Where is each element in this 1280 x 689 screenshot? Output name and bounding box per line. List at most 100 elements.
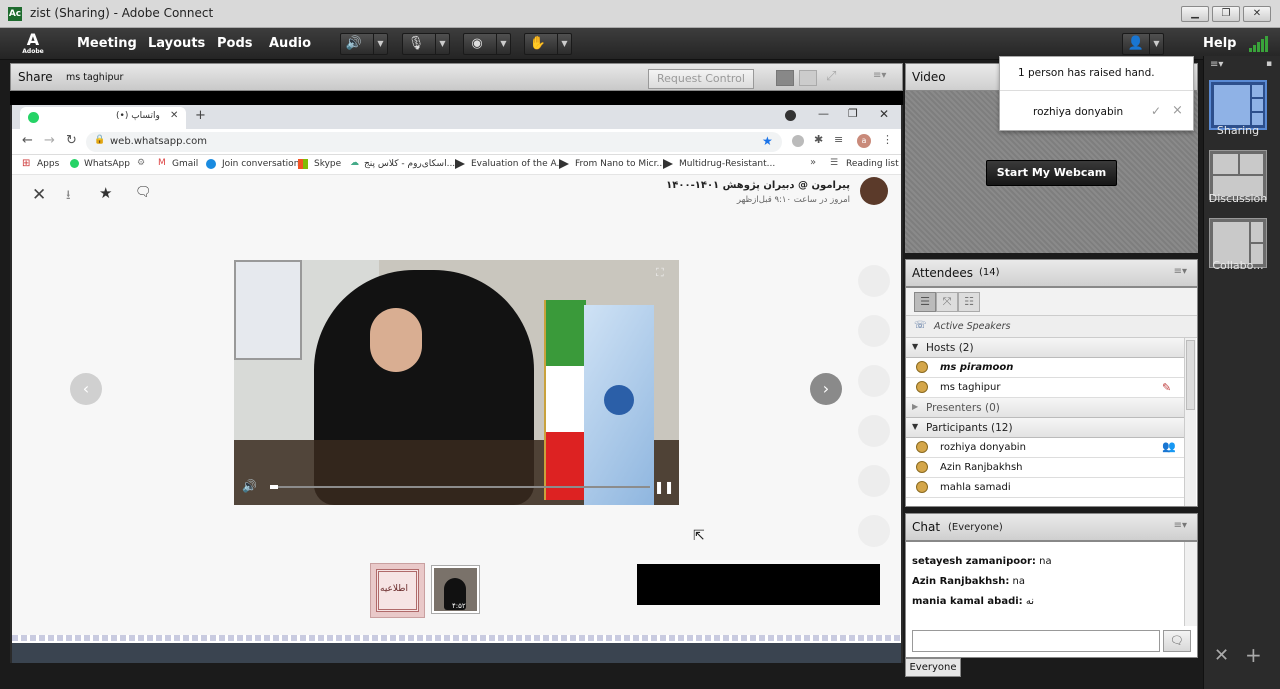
microphone-button[interactable]: 🎙 ▼: [402, 33, 450, 55]
address-bar[interactable]: 🔒 web.whatsapp.com ★: [86, 132, 782, 152]
chevron-down-icon[interactable]: ▼: [1149, 34, 1163, 54]
browser-menu-icon[interactable]: ⋮: [882, 133, 893, 146]
attendee-row[interactable]: Azin Ranjbakhsh: [906, 458, 1184, 478]
puzzle-icon[interactable]: ✱: [814, 133, 823, 146]
breakout-icon[interactable]: ⤧: [936, 292, 958, 312]
volume-icon[interactable]: 🔊: [242, 479, 257, 493]
bookmark-nano[interactable]: From Nano to Micr...: [575, 159, 665, 169]
pod-menu-icon[interactable]: ≡▾: [873, 70, 886, 81]
attendee-row[interactable]: mahla samadi: [906, 478, 1184, 498]
raise-hand-icon: ✋: [529, 36, 547, 51]
dismiss-icon[interactable]: ×: [1172, 103, 1183, 118]
menu-audio[interactable]: Audio: [269, 36, 311, 51]
hosts-group[interactable]: ▼ Hosts (2): [906, 338, 1184, 358]
speaker-button[interactable]: 🔊 ▼: [340, 33, 388, 55]
attendee-row[interactable]: rozhiya donyabin 👥: [906, 438, 1184, 458]
request-control-button[interactable]: Request Control: [648, 69, 754, 89]
bookmark-apps[interactable]: Apps: [37, 159, 59, 169]
reload-icon[interactable]: ↻: [66, 133, 77, 148]
status-button[interactable]: ✋ ▼: [524, 33, 572, 55]
url-text: web.whatsapp.com: [110, 136, 207, 147]
attendee-status-icon[interactable]: ☷: [958, 292, 980, 312]
chevron-down-icon[interactable]: ▼: [557, 34, 571, 54]
layouts-menu-icon[interactable]: ≡▾: [1210, 59, 1223, 70]
menu-meeting[interactable]: Meeting: [77, 36, 137, 51]
star-icon[interactable]: ★: [99, 184, 112, 202]
attendee-row[interactable]: ms taghipur ✎: [906, 378, 1184, 398]
video-player[interactable]: 🔊 ❚❚ ⛶: [234, 260, 679, 505]
menu-pods[interactable]: Pods: [217, 36, 253, 51]
pause-icon[interactable]: ❚❚: [654, 480, 674, 494]
bookmark-evaluation[interactable]: Evaluation of the A...: [471, 159, 565, 169]
bookmark-skype[interactable]: Skype: [314, 159, 341, 169]
previous-media-button[interactable]: ‹: [70, 373, 102, 405]
delete-layout-icon[interactable]: ✕: [1214, 645, 1229, 666]
chevron-down-icon[interactable]: ▼: [496, 34, 510, 54]
fullscreen-video-icon[interactable]: ⛶: [656, 266, 664, 280]
participants-group[interactable]: ▼ Participants (12): [906, 418, 1184, 438]
attendee-row[interactable]: ms piramoon: [906, 358, 1184, 378]
reading-list[interactable]: Reading list: [846, 159, 899, 169]
chat-scrollbar[interactable]: [1184, 542, 1197, 626]
tab-close-icon[interactable]: ✕: [170, 110, 178, 121]
microphone-icon: 🎙: [407, 36, 425, 51]
close-viewer-icon[interactable]: ✕: [32, 185, 46, 205]
send-message-icon[interactable]: 🗨: [1163, 630, 1191, 652]
chevron-down-icon[interactable]: ▼: [435, 34, 449, 54]
chat-message: setayesh zamanipoor: na: [912, 556, 1052, 567]
close-window-button[interactable]: ✕: [1243, 6, 1271, 22]
browser-close-icon[interactable]: ✕: [879, 107, 889, 121]
attendees-scrollbar[interactable]: [1184, 338, 1196, 506]
gmail-icon: M: [158, 158, 166, 168]
webcam-button[interactable]: ◉ ▼: [463, 33, 511, 55]
playlist-icon[interactable]: ≡: [834, 133, 843, 146]
browser-restore-icon[interactable]: ❐: [848, 107, 858, 120]
accept-check-icon[interactable]: ✓: [1151, 104, 1161, 118]
list-view-icon[interactable]: ☰: [914, 292, 936, 312]
video-progress-track[interactable]: [270, 486, 650, 488]
bookmark-whatsapp[interactable]: WhatsApp: [84, 159, 130, 169]
pod-menu-icon[interactable]: ≡▾: [1174, 520, 1187, 531]
forward-arrow-icon[interactable]: →: [44, 133, 55, 148]
maximize-button[interactable]: ❐: [1212, 6, 1240, 22]
browser-minimize-icon[interactable]: —: [818, 107, 829, 120]
new-tab-icon[interactable]: +: [195, 108, 206, 123]
share-pod: Share ms taghipur Request Control ⤢ ≡▾ (…: [10, 63, 903, 663]
bookmark-star-icon[interactable]: ★: [762, 134, 773, 148]
download-icon[interactable]: ⭳: [66, 186, 71, 208]
chat-input[interactable]: [912, 630, 1160, 652]
thumbnail-video[interactable]: ۴:۵۲: [432, 566, 479, 613]
back-arrow-icon[interactable]: ←: [22, 133, 33, 148]
bookmark-skyroom[interactable]: اسکای‌روم - کلاس پنج...: [364, 159, 455, 169]
pod-menu-icon[interactable]: ≡▾: [1174, 266, 1187, 277]
comment-icon[interactable]: 🗨: [135, 185, 152, 200]
chat-target-tab[interactable]: Everyone: [905, 658, 961, 677]
chevron-down-icon[interactable]: ▼: [373, 34, 387, 54]
attendees-title: Attendees: [912, 266, 974, 280]
bookmark-join-conversation[interactable]: Join conversation: [222, 159, 299, 169]
add-layout-icon[interactable]: +: [1245, 643, 1262, 667]
browser-tab[interactable]: (•) واتساپ ✕: [20, 107, 186, 129]
fullscreen-icon[interactable]: ⤢: [826, 69, 836, 84]
thumbnail-announcement[interactable]: اطلاعیه: [370, 563, 425, 618]
menu-layouts[interactable]: Layouts: [148, 36, 205, 51]
adobe-logo: A Adobe: [22, 30, 44, 55]
profile-avatar[interactable]: a: [857, 134, 871, 148]
microsoft-icon: [298, 159, 308, 169]
presenter-status-button[interactable]: 👤 ▼: [1122, 33, 1164, 55]
bookmark-gmail[interactable]: Gmail: [172, 159, 198, 169]
layout-sharing[interactable]: [1209, 80, 1267, 130]
start-webcam-button[interactable]: Start My Webcam: [986, 160, 1117, 186]
actual-size-icon[interactable]: [799, 70, 817, 86]
fit-width-icon[interactable]: [776, 70, 794, 86]
presenters-group[interactable]: ▶ Presenters (0): [906, 398, 1184, 418]
minimize-button[interactable]: ▁: [1181, 6, 1209, 22]
next-media-button[interactable]: ›: [810, 373, 842, 405]
collapse-layouts-icon[interactable]: ▪: [1266, 59, 1272, 69]
share-top-bar: [10, 91, 903, 105]
more-bookmarks-icon[interactable]: »: [810, 157, 816, 168]
menu-help[interactable]: Help: [1203, 36, 1236, 51]
thumbnail-label: اطلاعیه: [380, 584, 408, 594]
bookmark-multidrug[interactable]: Multidrug-Resistant...: [679, 159, 775, 169]
extension-icon[interactable]: [792, 135, 804, 147]
